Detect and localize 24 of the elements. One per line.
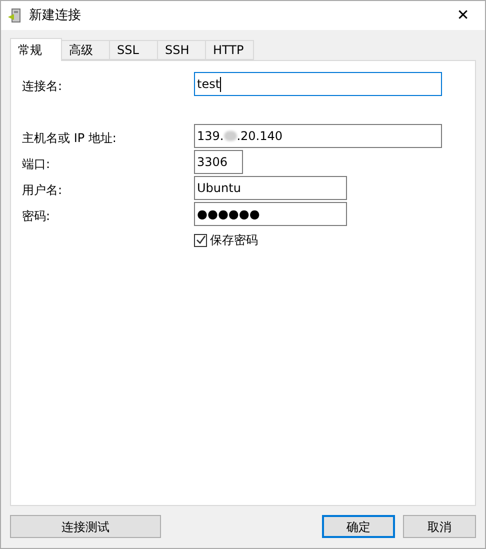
- dialog-button[interactable]: 确定: [322, 515, 395, 538]
- tab[interactable]: 常规: [10, 38, 62, 61]
- input-field[interactable]: Ubuntu: [194, 176, 347, 200]
- dialog-button[interactable]: 连接测试: [10, 515, 161, 538]
- field-label: 端口:: [22, 156, 50, 172]
- field-label: 连接名:: [22, 78, 62, 94]
- connection-icon: [7, 8, 23, 24]
- tab[interactable]: HTTP: [206, 40, 254, 60]
- field-label: 主机名或 IP 地址:: [22, 130, 116, 146]
- window-title: 新建连接: [29, 6, 81, 25]
- field-label: 用户名:: [22, 182, 62, 198]
- check-icon: [196, 235, 206, 245]
- field-label: 密码:: [22, 208, 50, 224]
- input-field[interactable]: ●●●●●●: [194, 202, 347, 226]
- input-field[interactable]: 3306: [194, 150, 243, 174]
- input-field[interactable]: 139. .20.140: [194, 124, 442, 148]
- close-button[interactable]: ✕: [449, 4, 477, 28]
- input-field[interactable]: test: [194, 72, 442, 96]
- save-password-checkbox[interactable]: 保存密码: [194, 231, 258, 249]
- redaction-blur: [224, 131, 237, 141]
- tab[interactable]: SSL: [110, 40, 158, 60]
- tab[interactable]: 高级: [62, 40, 110, 60]
- tab[interactable]: SSH: [158, 40, 206, 60]
- dialog-button[interactable]: 取消: [403, 515, 476, 538]
